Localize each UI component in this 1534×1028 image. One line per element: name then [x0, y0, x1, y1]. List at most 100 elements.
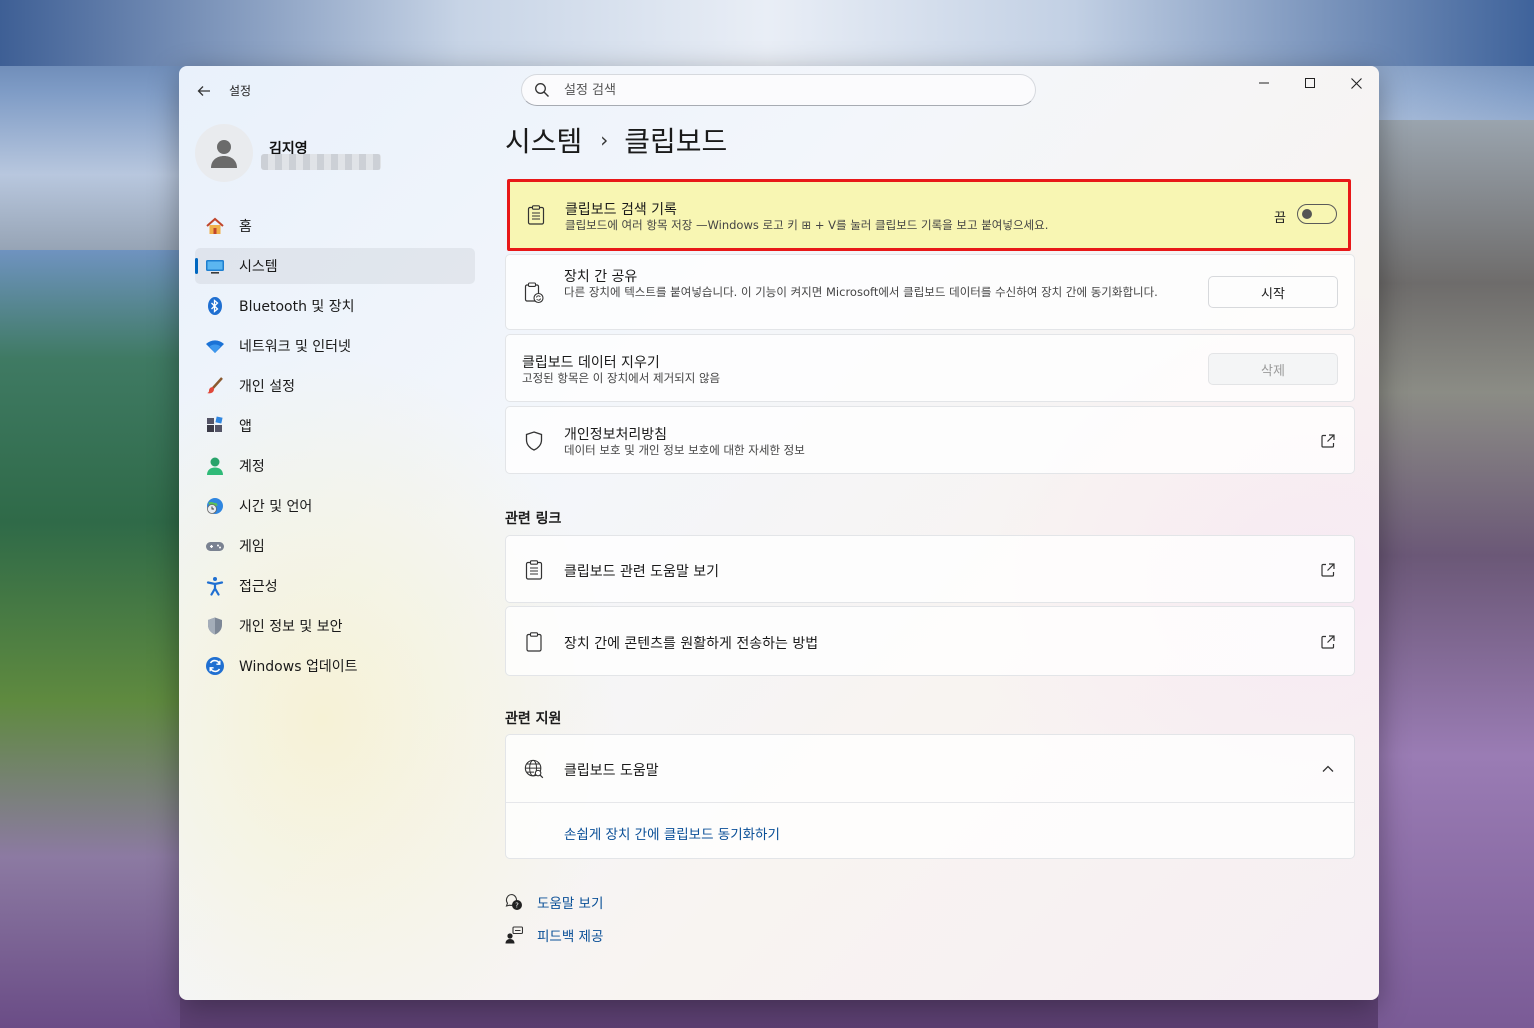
clipboard-help-title[interactable]: 클립보드 도움말	[564, 760, 659, 780]
external-link-icon	[1321, 434, 1335, 448]
sidebar-item-apps[interactable]: 앱	[195, 408, 475, 444]
cross-device-share-card: 장치 간 공유 다른 장치에 텍스트를 붙여넣습니다. 이 기능이 켜지면 Mi…	[505, 254, 1355, 330]
feedback-icon	[505, 926, 523, 944]
clear-button[interactable]: 삭제	[1208, 353, 1338, 385]
close-icon	[1350, 77, 1362, 89]
user-email-redacted	[261, 154, 381, 170]
desktop-sky	[0, 0, 1534, 66]
cross-device-share-title: 장치 간 공유	[564, 269, 638, 285]
page-title: 클립보드	[624, 125, 728, 158]
clipboard-sync-help-link[interactable]: 손쉽게 장치 간에 클립보드 동기화하기	[564, 823, 780, 843]
sidebar-item-label: 앱	[239, 419, 252, 435]
sidebar-item-label: 개인 정보 및 보안	[239, 619, 343, 635]
minimize-icon	[1259, 82, 1269, 84]
clipboard-icon	[524, 632, 544, 652]
avatar	[195, 124, 253, 182]
sidebar-item-home[interactable]: 홈	[195, 208, 475, 244]
help-chat-icon: ?	[505, 893, 523, 911]
sidebar-item-label: Bluetooth 및 장치	[239, 299, 355, 315]
sidebar-item-bluetooth[interactable]: Bluetooth 및 장치	[195, 288, 475, 324]
clipboard-list-icon	[526, 205, 546, 225]
related-link-label: 장치 간에 콘텐츠를 원활하게 전송하는 방법	[564, 636, 819, 652]
sidebar-item-personalization[interactable]: 개인 설정	[195, 368, 475, 404]
sidebar-item-label: 시간 및 언어	[239, 499, 313, 515]
shield-icon	[205, 616, 225, 636]
brush-icon	[205, 376, 225, 396]
clear-clipboard-title: 클립보드 데이터 지우기	[522, 355, 660, 371]
give-feedback-label: 피드백 제공	[537, 929, 604, 945]
expander-divider	[506, 802, 1354, 803]
sidebar-item-windows-update[interactable]: Windows 업데이트	[195, 648, 475, 684]
gamepad-icon	[205, 536, 225, 556]
start-share-button[interactable]: 시작	[1208, 276, 1338, 308]
sidebar-item-label: 시스템	[239, 259, 278, 275]
clear-clipboard-desc: 고정된 항목은 이 장치에서 제거되지 않음	[522, 371, 721, 385]
breadcrumb-separator: ›	[600, 128, 609, 152]
privacy-statement-card[interactable]: 개인정보처리방침 데이터 보호 및 개인 정보 보호에 대한 자세한 정보	[505, 406, 1355, 474]
update-icon	[205, 656, 225, 676]
svg-text:?: ?	[515, 902, 519, 910]
breadcrumb-parent[interactable]: 시스템	[505, 120, 582, 160]
system-icon	[205, 256, 225, 276]
sidebar-item-label: 홈	[239, 219, 252, 235]
person-icon	[211, 140, 237, 168]
settings-window: 설정 김지영 홈 시스템	[179, 66, 1379, 1000]
get-help-label: 도움말 보기	[537, 896, 604, 912]
related-link-label: 클립보드 관련 도움말 보기	[564, 564, 720, 580]
clipboard-list-icon	[524, 560, 544, 580]
external-link-icon	[1321, 563, 1335, 577]
clipboard-help-expander: 클립보드 도움말 손쉽게 장치 간에 클립보드 동기화하기	[505, 734, 1355, 859]
clear-clipboard-card: 클립보드 데이터 지우기 고정된 항목은 이 장치에서 제거되지 않음 삭제	[505, 334, 1355, 402]
shield-outline-icon	[524, 431, 544, 451]
sidebar-item-system[interactable]: 시스템	[195, 248, 475, 284]
account-icon	[205, 456, 225, 476]
chevron-up-icon[interactable]	[1320, 761, 1336, 777]
search-input[interactable]	[564, 82, 1004, 98]
maximize-icon	[1305, 78, 1315, 88]
clipboard-history-toggle[interactable]	[1297, 204, 1337, 224]
time-language-icon	[205, 496, 225, 516]
sidebar-item-accessibility[interactable]: 접근성	[195, 568, 475, 604]
home-icon	[205, 216, 225, 236]
sidebar-item-gaming[interactable]: 게임	[195, 528, 475, 564]
related-link-clipboard-help[interactable]: 클립보드 관련 도움말 보기	[505, 535, 1355, 603]
apps-icon	[205, 416, 225, 436]
privacy-statement-desc: 데이터 보호 및 개인 정보 보호에 대한 자세한 정보	[564, 443, 805, 457]
desktop-wallpaper-left	[0, 250, 180, 1028]
sidebar-item-network[interactable]: 네트워크 및 인터넷	[195, 328, 475, 364]
sidebar-item-time-language[interactable]: 시간 및 언어	[195, 488, 475, 524]
sidebar-item-label: 네트워크 및 인터넷	[239, 339, 351, 355]
sidebar-item-label: 개인 설정	[239, 379, 295, 395]
related-link-transfer-content[interactable]: 장치 간에 콘텐츠를 원활하게 전송하는 방법	[505, 606, 1355, 676]
clipboard-history-title: 클립보드 검색 기록	[565, 202, 677, 218]
privacy-statement-title: 개인정보처리방침	[564, 427, 668, 443]
sidebar-item-accounts[interactable]: 계정	[195, 448, 475, 484]
toggle-state-label: 끔	[1274, 211, 1286, 226]
related-links-heading: 관련 링크	[505, 511, 562, 527]
sidebar-item-label: 게임	[239, 539, 265, 555]
minimize-button[interactable]	[1241, 70, 1287, 96]
breadcrumb: 시스템 › 클립보드	[505, 120, 727, 160]
search-box[interactable]	[521, 74, 1036, 106]
wifi-icon	[205, 336, 225, 356]
give-feedback-link[interactable]: 피드백 제공	[505, 925, 603, 945]
user-profile[interactable]: 김지영	[195, 122, 475, 186]
globe-search-icon	[524, 759, 544, 779]
clipboard-history-desc: 클립보드에 여러 항목 저장 —Windows 로고 키 ⊞ + V를 눌러 클…	[565, 218, 1049, 232]
sidebar-item-label: Windows 업데이트	[239, 659, 358, 675]
accessibility-icon	[205, 576, 225, 596]
close-button[interactable]	[1333, 70, 1379, 96]
sidebar-nav: 홈 시스템 Bluetooth 및 장치 네트워크 및 인터넷 개인 설정 앱 …	[195, 208, 475, 688]
clipboard-history-card: 클립보드 검색 기록 클립보드에 여러 항목 저장 —Windows 로고 키 …	[507, 179, 1351, 251]
desktop-wallpaper-right	[1378, 120, 1534, 1028]
clipboard-sync-icon	[524, 282, 544, 304]
related-support-heading: 관련 지원	[505, 711, 562, 727]
sidebar-item-label: 계정	[239, 459, 265, 475]
external-link-icon	[1321, 635, 1335, 649]
sidebar-item-privacy-security[interactable]: 개인 정보 및 보안	[195, 608, 475, 644]
app-title: 설정	[229, 84, 252, 98]
back-button[interactable]	[193, 80, 215, 102]
maximize-button[interactable]	[1287, 70, 1333, 96]
get-help-link[interactable]: ? 도움말 보기	[505, 892, 603, 912]
cross-device-share-desc: 다른 장치에 텍스트를 붙여넣습니다. 이 기능이 켜지면 Microsoft에…	[564, 285, 1158, 299]
